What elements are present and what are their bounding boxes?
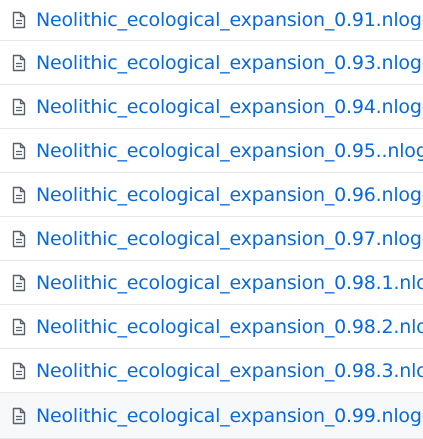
file-icon xyxy=(10,10,28,30)
file-list: Neolithic_ecological_expansion_0.91.nlog… xyxy=(0,0,423,439)
file-icon xyxy=(10,273,28,293)
file-row[interactable]: Neolithic_ecological_expansion_0.96.nlog… xyxy=(0,173,423,217)
file-icon xyxy=(10,406,28,426)
file-row[interactable]: Neolithic_ecological_expansion_0.91.nlog… xyxy=(0,0,423,41)
file-icon xyxy=(10,317,28,337)
file-row[interactable]: Neolithic_ecological_expansion_0.93.nlog… xyxy=(0,41,423,85)
file-link[interactable]: Neolithic_ecological_expansion_0.97.nlog… xyxy=(36,228,423,250)
file-icon xyxy=(10,53,28,73)
file-row[interactable]: Neolithic_ecological_expansion_0.94.nlog… xyxy=(0,85,423,129)
file-link[interactable]: Neolithic_ecological_expansion_0.94.nlog… xyxy=(36,96,423,118)
file-link[interactable]: Neolithic_ecological_expansion_0.95..nlo… xyxy=(36,140,423,162)
file-icon xyxy=(10,97,28,117)
file-link[interactable]: Neolithic_ecological_expansion_0.98.2.nl… xyxy=(36,316,423,338)
file-icon xyxy=(10,141,28,161)
file-row[interactable]: Neolithic_ecological_expansion_0.98.1.nl… xyxy=(0,261,423,305)
file-row[interactable]: Neolithic_ecological_expansion_0.95..nlo… xyxy=(0,129,423,173)
file-link[interactable]: Neolithic_ecological_expansion_0.91.nlog… xyxy=(36,9,423,31)
file-link[interactable]: Neolithic_ecological_expansion_0.98.1.nl… xyxy=(36,272,423,294)
file-row[interactable]: Neolithic_ecological_expansion_0.99.nlog… xyxy=(0,393,423,439)
file-icon xyxy=(10,229,28,249)
file-row[interactable]: Neolithic_ecological_expansion_0.97.nlog… xyxy=(0,217,423,261)
file-row[interactable]: Neolithic_ecological_expansion_0.98.2.nl… xyxy=(0,305,423,349)
file-link[interactable]: Neolithic_ecological_expansion_0.93.nlog… xyxy=(36,52,423,74)
file-row[interactable]: Neolithic_ecological_expansion_0.98.3.nl… xyxy=(0,349,423,393)
file-link[interactable]: Neolithic_ecological_expansion_0.96.nlog… xyxy=(36,184,423,206)
file-link[interactable]: Neolithic_ecological_expansion_0.99.nlog… xyxy=(36,405,423,427)
file-link[interactable]: Neolithic_ecological_expansion_0.98.3.nl… xyxy=(36,360,423,382)
file-icon xyxy=(10,361,28,381)
file-icon xyxy=(10,185,28,205)
